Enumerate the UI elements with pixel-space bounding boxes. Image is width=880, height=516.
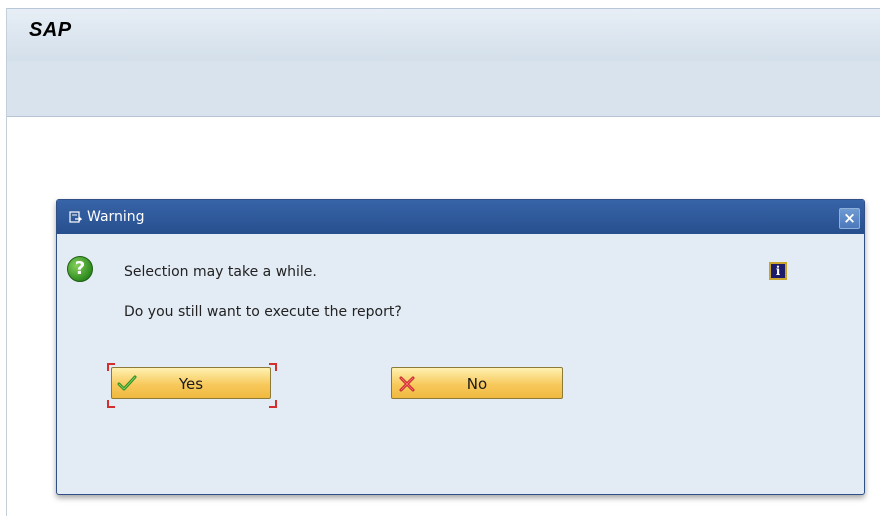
- app-title: SAP: [29, 19, 72, 41]
- warning-dialog: Warning × ? Selection may take a while. …: [56, 199, 865, 495]
- warning-message-line: Selection may take a while.: [124, 264, 317, 280]
- app-title-bar: SAP: [7, 8, 880, 62]
- question-icon: ?: [67, 256, 93, 282]
- dialog-window-icon: [69, 211, 82, 223]
- dialog-title: Warning: [87, 209, 145, 225]
- info-icon[interactable]: i: [769, 262, 787, 280]
- dialog-title-bar: Warning ×: [57, 200, 864, 234]
- application-toolbar: [7, 61, 880, 117]
- close-icon: ×: [843, 209, 856, 227]
- close-button[interactable]: ×: [839, 208, 860, 229]
- confirmation-message-line: Do you still want to execute the report?: [124, 304, 402, 320]
- no-button[interactable]: No: [391, 367, 563, 399]
- yes-button-label: Yes: [178, 375, 204, 393]
- yes-button[interactable]: Yes: [111, 367, 271, 399]
- no-button-label: No: [466, 375, 488, 393]
